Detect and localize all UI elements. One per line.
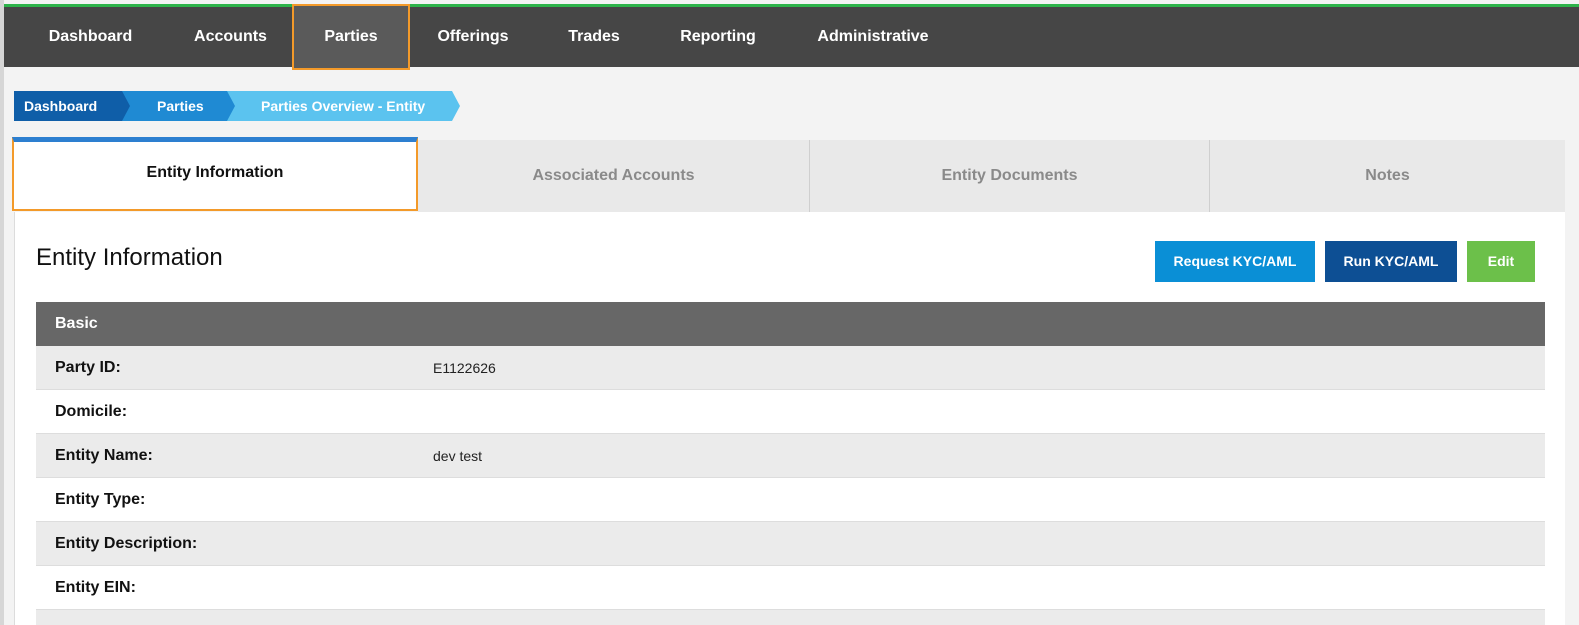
tab-bar: Entity Information Associated Accounts E… [12, 137, 1565, 212]
nav-item-dashboard[interactable]: Dashboard [38, 4, 143, 70]
tab-entity-documents[interactable]: Entity Documents [810, 140, 1210, 212]
tab-associated-accounts[interactable]: Associated Accounts [418, 140, 810, 212]
breadcrumb-dashboard[interactable]: Dashboard [24, 91, 97, 121]
edit-button[interactable]: Edit [1467, 241, 1535, 282]
row-value: E1122626 [433, 360, 496, 376]
run-kyc-aml-button[interactable]: Run KYC/AML [1325, 241, 1457, 282]
info-row-entity-name: Entity Name: dev test [36, 434, 1545, 478]
nav-item-offerings[interactable]: Offerings [432, 4, 514, 70]
nav-item-accounts[interactable]: Accounts [187, 4, 274, 70]
row-label: Entity Type: [55, 491, 146, 508]
tab-entity-information[interactable]: Entity Information [12, 137, 418, 211]
row-label: Entity Description: [55, 535, 198, 552]
panel-title: Entity Information [36, 244, 223, 271]
breadcrumb-parties[interactable]: Parties [157, 91, 204, 121]
nav-item-reporting[interactable]: Reporting [674, 4, 762, 70]
tab-notes[interactable]: Notes [1210, 140, 1565, 212]
nav-item-trades[interactable]: Trades [562, 4, 626, 70]
info-row-entity-type: Entity Type: [36, 478, 1545, 522]
nav-item-parties[interactable]: Parties [292, 4, 410, 70]
row-label: Entity Name: [55, 447, 153, 464]
nav-item-administrative[interactable]: Administrative [810, 4, 936, 70]
breadcrumb-current: Parties Overview - Entity [261, 98, 426, 114]
info-row-partial [36, 610, 1545, 625]
row-label: Entity EIN: [55, 579, 136, 596]
top-navigation-bar: Dashboard Accounts Parties Offerings Tra… [4, 4, 1579, 70]
entity-information-panel: Entity Information Request KYC/AML Run K… [14, 212, 1565, 625]
row-label: Party ID: [55, 359, 121, 376]
request-kyc-aml-button[interactable]: Request KYC/AML [1155, 241, 1315, 282]
section-header-basic: Basic [36, 302, 1545, 346]
info-row-entity-description: Entity Description: [36, 522, 1545, 566]
info-row-party-id: Party ID: E1122626 [36, 346, 1545, 390]
info-row-entity-ein: Entity EIN: [36, 566, 1545, 610]
row-value: dev test [433, 448, 483, 464]
info-row-domicile: Domicile: [36, 390, 1545, 434]
row-label: Domicile: [55, 403, 128, 420]
window-left-edge [0, 0, 4, 625]
